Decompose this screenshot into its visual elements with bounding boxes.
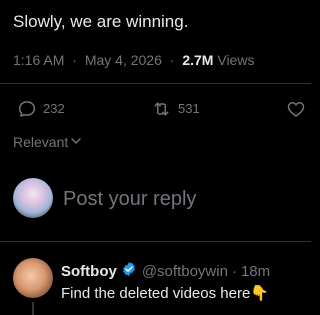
repost-icon xyxy=(151,99,172,119)
reply-button[interactable]: 232 xyxy=(17,99,65,119)
comment-avatar[interactable] xyxy=(13,258,53,298)
thread-line xyxy=(32,302,34,315)
comment-text: Find the deleted videos here👇 xyxy=(61,284,269,304)
avatar[interactable] xyxy=(13,178,53,218)
comment-body: Find the deleted videos here xyxy=(61,285,251,302)
heart-icon xyxy=(286,99,306,119)
meta-separator: · xyxy=(169,52,175,68)
like-button[interactable] xyxy=(286,99,306,119)
reply-input[interactable]: Post your reply xyxy=(63,186,196,212)
meta-separator: · xyxy=(231,263,237,280)
tweet-detail-view: Slowly, we are winning. 1:16 AM · May 4,… xyxy=(0,0,311,315)
views-label: Views xyxy=(217,52,255,68)
repost-count: 531 xyxy=(178,101,200,116)
pointing-down-emoji: 👇 xyxy=(250,285,269,302)
reply-count: 232 xyxy=(43,101,65,116)
reply-icon xyxy=(17,99,37,119)
sort-label: Relevant xyxy=(13,134,69,150)
divider xyxy=(0,241,311,242)
comment-author-handle[interactable]: @softboywin xyxy=(142,262,228,282)
comment-author-name[interactable]: Softboy xyxy=(61,262,117,282)
comment-time[interactable]: 18m xyxy=(241,262,270,282)
tweet-time[interactable]: 1:16 AM xyxy=(13,52,64,68)
comment-header: Softboy @softboywin · 18m xyxy=(61,261,270,283)
reply-sort-dropdown[interactable]: Relevant xyxy=(13,134,82,150)
repost-button[interactable]: 531 xyxy=(151,99,200,119)
divider xyxy=(0,83,311,84)
tweet-meta: 1:16 AM · May 4, 2026 · 2.7M Views xyxy=(13,51,254,69)
verified-badge-icon xyxy=(121,261,137,283)
tweet-date[interactable]: May 4, 2026 xyxy=(85,52,162,68)
meta-separator: · xyxy=(72,52,77,68)
tweet-actions: 232 531 xyxy=(0,97,311,125)
chevron-down-icon xyxy=(68,134,82,150)
views-count: 2.7M xyxy=(182,52,214,68)
tweet-text: Slowly, we are winning. xyxy=(13,12,189,31)
